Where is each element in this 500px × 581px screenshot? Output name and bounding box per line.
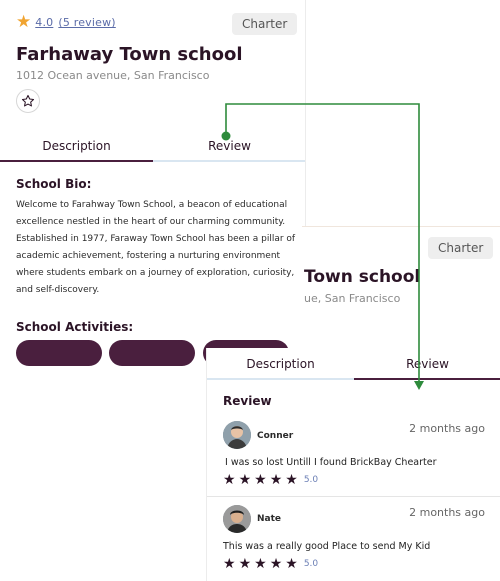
star-filled-icon: ★ [223,472,236,488]
star-filled-icon: ★ [285,556,298,572]
tab-description[interactable]: Description [207,348,354,380]
active-tab-indicator [354,378,500,380]
school-name: Farhaway Town school [16,44,243,65]
review-heading: Review [223,394,272,408]
school-type-badge: Charter [232,13,298,35]
tab-bar: Description Review [207,348,500,380]
review-rating-stars: ★ ★ ★ ★ ★ 5.0 [223,557,318,571]
school-bio-heading: School Bio: [16,177,92,191]
review-item: Nate 2 months ago This was a really good… [207,504,500,578]
review-score: 5.0 [303,475,319,485]
tab-description[interactable]: Description [0,130,153,162]
review-date: 2 months ago [409,422,485,435]
star-filled-icon: ★ [269,556,283,572]
tab-review[interactable]: Review [153,130,305,162]
tab-review[interactable]: Review [354,348,500,380]
star-filled-icon: ★ [269,472,283,488]
rating-star-icon: ★ [16,12,32,32]
avatar [223,421,251,449]
review-date: 2 months ago [409,506,485,519]
review-text: This was a really good Place to send My … [223,541,431,552]
school-activities-heading: School Activities: [16,320,134,334]
reviewer-name: Conner [257,431,294,441]
school-detail-review-header: Charter Town school ue, San Francisco [302,226,500,348]
inactive-tab-indicator [207,378,354,380]
school-address: ue, San Francisco [304,292,401,305]
star-filled-icon: ★ [223,556,236,572]
review-text: I was so lost Untill I found BrickBay Ch… [225,457,437,468]
favorite-button[interactable] [16,89,40,113]
rating-row: ★ 4.0 (5 review) [16,14,116,31]
star-outline-icon [21,94,35,107]
tab-bar: Description Review [0,130,305,162]
star-filled-icon: ★ [238,556,252,572]
reviewer-name: Nate [257,514,282,524]
school-name: Town school [304,267,421,287]
school-type-badge: Charter [428,237,494,259]
star-filled-icon: ★ [254,556,267,572]
activity-chip[interactable] [16,340,102,366]
review-score: 5.0 [303,559,319,569]
star-filled-icon: ★ [285,472,298,488]
review-divider [207,496,500,497]
school-bio-text: Welcome to Farahway Town School, a beaco… [16,200,296,295]
inactive-tab-indicator [153,160,305,162]
school-detail-review-view: Description Review Review Conner 2 month… [206,348,500,581]
activity-chip[interactable] [109,340,195,366]
star-filled-icon: ★ [254,472,267,488]
review-item: Conner 2 months ago I was so lost Untill… [207,420,500,494]
active-tab-indicator [0,160,153,162]
avatar [223,505,251,533]
school-address: 1012 Ocean avenue, San Francisco [16,69,210,82]
rating-score[interactable]: 4.0 [35,16,53,29]
star-filled-icon: ★ [238,472,252,488]
review-rating-stars: ★ ★ ★ ★ ★ 5.0 [223,473,318,487]
reviews-count-link[interactable]: (5 review) [58,16,115,29]
